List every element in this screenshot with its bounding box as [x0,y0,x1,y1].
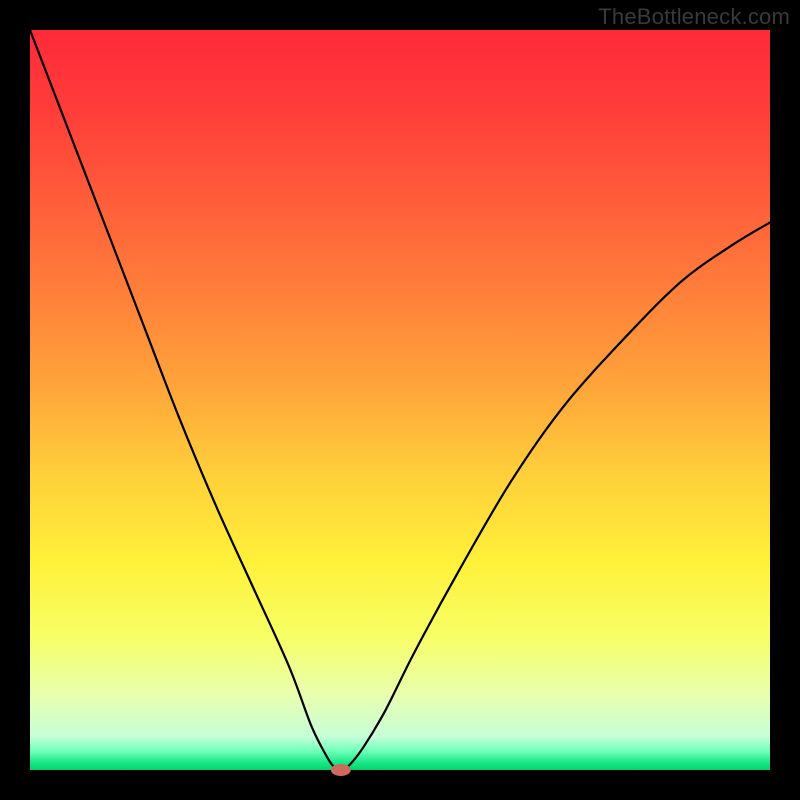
watermark-text: TheBottleneck.com [598,4,790,30]
chart-frame: TheBottleneck.com [0,0,800,800]
optimum-marker [331,764,351,776]
chart-background [30,30,770,770]
bottleneck-chart [0,0,800,800]
